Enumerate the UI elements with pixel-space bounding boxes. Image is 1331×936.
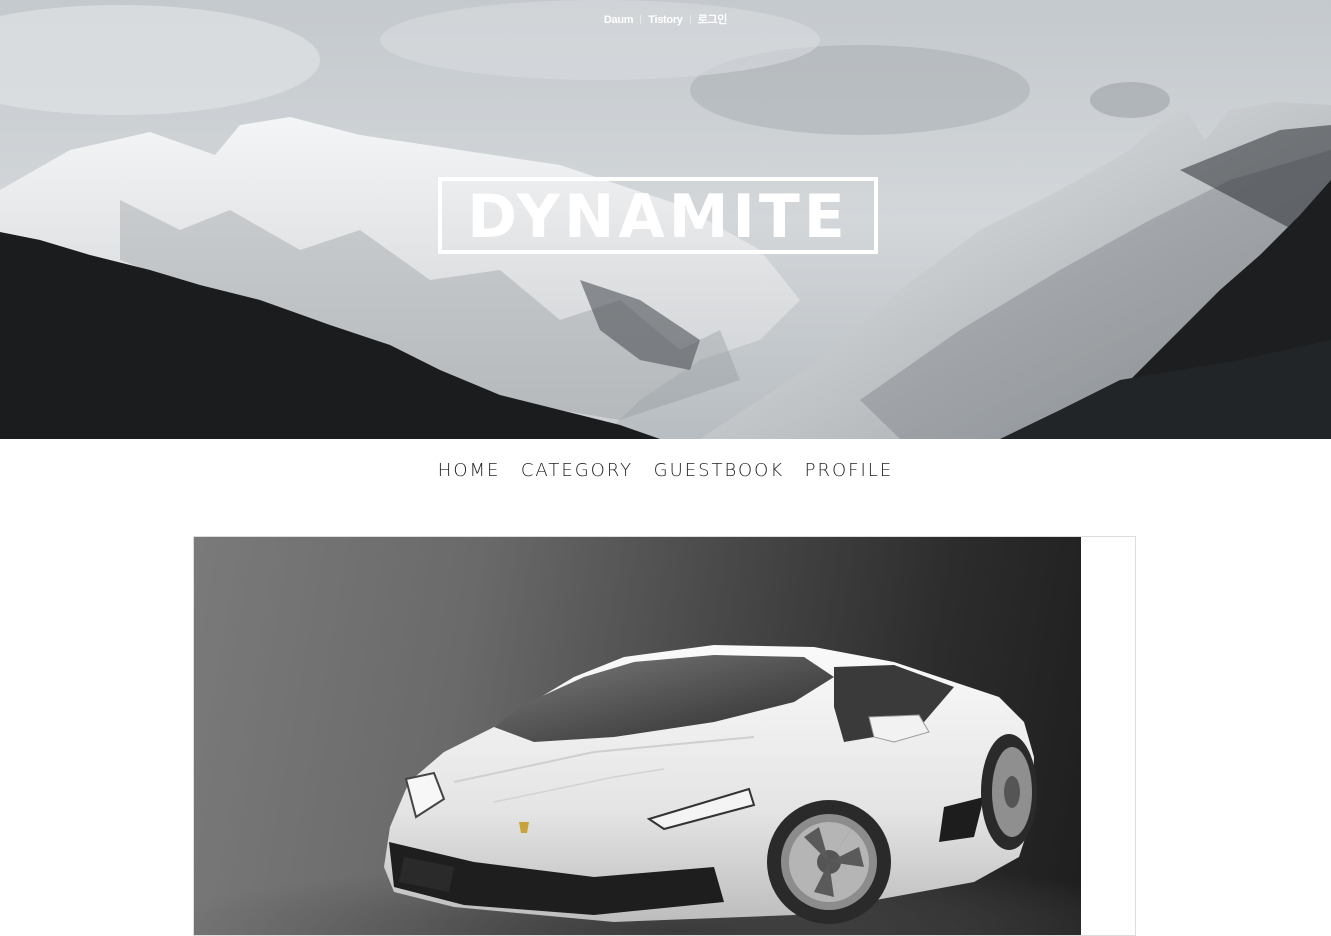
main-nav: HOME CATEGORY GUESTBOOK PROFILE [0,460,1331,481]
blog-logo[interactable]: DYNAMITE [438,177,878,254]
nav-item-guestbook[interactable]: GUESTBOOK [654,460,785,481]
post-card [193,536,1136,936]
login-link[interactable]: 로그인 [698,14,728,26]
topbar-divider [689,15,691,24]
tistory-link[interactable]: Tistory [648,14,683,26]
topbar-divider [640,15,642,24]
topbar-links: Daum Tistory 로그인 [0,11,1331,27]
nav-item-profile[interactable]: PROFILE [805,460,894,481]
nav-item-category[interactable]: CATEGORY [521,460,633,481]
sports-car-image [194,645,1081,935]
daum-link[interactable]: Daum [604,14,634,26]
post-thumbnail[interactable] [194,537,1081,935]
nav-item-home[interactable]: HOME [438,460,501,481]
blog-title: DYNAMITE [467,181,849,252]
header-hero: Daum Tistory 로그인 DYNAMITE [0,0,1331,439]
